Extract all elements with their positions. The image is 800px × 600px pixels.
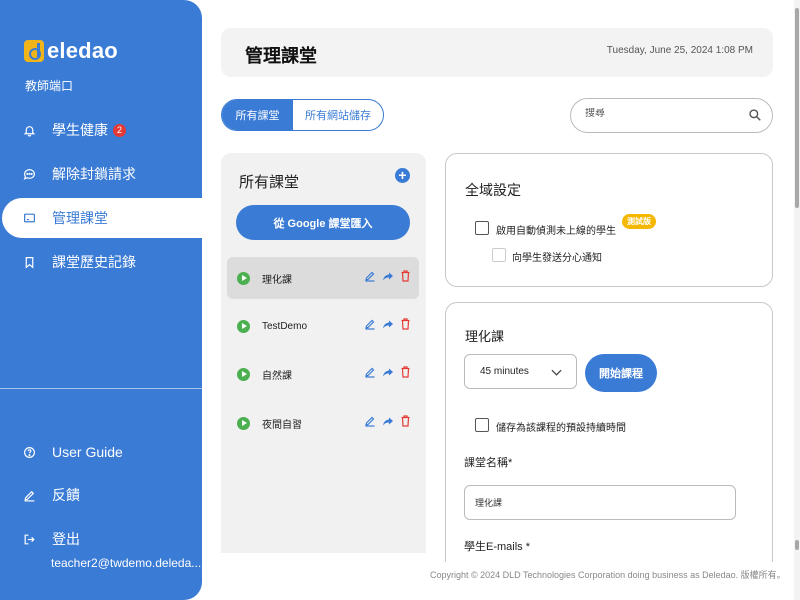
sidebar-item-label: 解除封鎖請求 xyxy=(52,166,136,182)
sidebar-divider xyxy=(0,388,202,389)
class-detail-title: 理化課 xyxy=(465,329,505,344)
add-class-button[interactable]: + xyxy=(395,168,410,183)
view-tabs: 所有課堂 所有網站儲存 xyxy=(221,99,384,131)
portal-label: 教師端口 xyxy=(25,79,74,93)
share-icon[interactable] xyxy=(382,317,394,335)
sidebar-item-label: 登出 xyxy=(52,531,80,547)
bell-icon xyxy=(22,123,36,137)
edit-icon[interactable] xyxy=(364,365,376,383)
sidebar-item-class-history[interactable]: 課堂歷史記錄 xyxy=(0,242,202,282)
delete-icon[interactable] xyxy=(400,365,411,383)
page-header: 管理課堂 Tuesday, June 25, 2024 1:08 PM xyxy=(221,28,773,77)
class-row[interactable]: 夜間自習 xyxy=(227,402,419,444)
class-name-label: 課堂名稱* xyxy=(464,457,513,469)
search-input[interactable] xyxy=(585,108,735,119)
edit-icon[interactable] xyxy=(364,269,376,287)
bookmark-icon xyxy=(22,255,36,269)
scrollbar-down-thumb[interactable] xyxy=(795,540,799,550)
student-emails-label: 學生E-mails * xyxy=(464,541,531,553)
auto-detect-checkbox[interactable] xyxy=(475,221,489,235)
sidebar-item-label: 管理課堂 xyxy=(52,210,108,226)
help-circle-icon xyxy=(22,445,36,459)
share-icon[interactable] xyxy=(382,365,394,383)
class-name: 自然課 xyxy=(262,370,292,382)
scrollbar-thumb[interactable] xyxy=(795,8,799,208)
search-box xyxy=(570,98,773,133)
notification-badge: 2 xyxy=(113,123,126,137)
class-row[interactable]: 理化課 xyxy=(227,257,419,299)
user-email: teacher2@twdemo.deleda... xyxy=(51,556,202,570)
duration-value: 45 minutes xyxy=(480,366,529,377)
global-settings-title: 全域設定 xyxy=(465,182,521,198)
distraction-notify-checkbox[interactable] xyxy=(492,248,506,262)
sidebar-item-student-health[interactable]: 學生健康 2 xyxy=(0,110,202,150)
class-row[interactable]: 自然課 xyxy=(227,353,419,395)
play-icon[interactable] xyxy=(237,319,250,333)
logout-icon xyxy=(22,532,36,546)
pencil-icon xyxy=(22,488,36,502)
share-icon[interactable] xyxy=(382,414,394,432)
sidebar-item-unblock-requests[interactable]: 解除封鎖請求 xyxy=(0,154,202,194)
class-list-title: 所有課堂 xyxy=(239,174,300,191)
logo-text: eledao xyxy=(47,38,118,63)
import-google-classroom-button[interactable]: 從 Google 課堂匯入 xyxy=(236,205,410,240)
screen-icon xyxy=(22,211,36,225)
tab-all-site-saves[interactable]: 所有網站儲存 xyxy=(293,100,383,130)
share-icon[interactable] xyxy=(382,269,394,287)
save-default-duration-checkbox[interactable] xyxy=(475,418,489,432)
edit-icon[interactable] xyxy=(364,317,376,335)
chevron-down-icon xyxy=(551,368,562,379)
class-row[interactable]: TestDemo xyxy=(227,305,419,347)
delete-icon[interactable] xyxy=(400,317,411,335)
delete-icon[interactable] xyxy=(400,414,411,432)
sidebar: eledao 教師端口 學生健康 2 解除封鎖請求 管理課堂 課堂歷史記錄 Us… xyxy=(0,0,204,600)
page-title: 管理課堂 xyxy=(245,46,317,66)
sidebar-item-logout[interactable]: 登出 xyxy=(0,519,202,559)
class-name: 夜間自習 xyxy=(262,419,302,431)
auto-detect-label: 啟用自動偵測未上線的學生 xyxy=(496,226,616,237)
sidebar-item-label: 學生健康 xyxy=(52,122,108,138)
start-class-button[interactable]: 開始課程 xyxy=(585,354,657,392)
duration-select[interactable]: 45 minutes xyxy=(464,354,577,389)
tab-all-classes[interactable]: 所有課堂 xyxy=(222,100,293,130)
class-name-input[interactable] xyxy=(464,485,736,520)
class-detail-panel: 理化課 45 minutes 開始課程 儲存為該課程的預設持續時間 課堂名稱* … xyxy=(445,302,773,562)
header-date: Tuesday, June 25, 2024 1:08 PM xyxy=(606,45,753,56)
search-icon[interactable] xyxy=(748,108,762,127)
chat-icon xyxy=(22,167,36,181)
sidebar-item-manage-classes[interactable]: 管理課堂 xyxy=(2,198,204,238)
sidebar-item-label: 反饋 xyxy=(52,487,80,503)
beta-badge: 測試版 xyxy=(622,214,656,229)
logo[interactable]: eledao xyxy=(24,38,118,64)
play-icon[interactable] xyxy=(237,367,250,381)
footer-copyright: Copyright © 2024 DLD Technologies Corpor… xyxy=(430,570,786,580)
delete-icon[interactable] xyxy=(400,269,411,287)
distraction-notify-label: 向學生發送分心通知 xyxy=(512,253,602,264)
class-list-panel: 所有課堂 + 從 Google 課堂匯入 理化課 TestDemo 自然課 夜間… xyxy=(221,153,426,553)
class-name: TestDemo xyxy=(262,320,308,332)
sidebar-item-label: User Guide xyxy=(52,444,123,460)
sidebar-item-user-guide[interactable]: User Guide xyxy=(0,432,202,472)
class-name: 理化課 xyxy=(262,274,292,286)
save-default-duration-label: 儲存為該課程的預設持續時間 xyxy=(496,423,626,434)
sidebar-item-feedback[interactable]: 反饋 xyxy=(0,475,202,515)
edit-icon[interactable] xyxy=(364,414,376,432)
play-icon[interactable] xyxy=(237,416,250,430)
sidebar-item-label: 課堂歷史記錄 xyxy=(52,254,136,270)
global-settings-panel: 全域設定 啟用自動偵測未上線的學生 測試版 向學生發送分心通知 xyxy=(445,153,773,287)
play-icon[interactable] xyxy=(237,271,250,285)
logo-mark-icon xyxy=(24,40,44,62)
